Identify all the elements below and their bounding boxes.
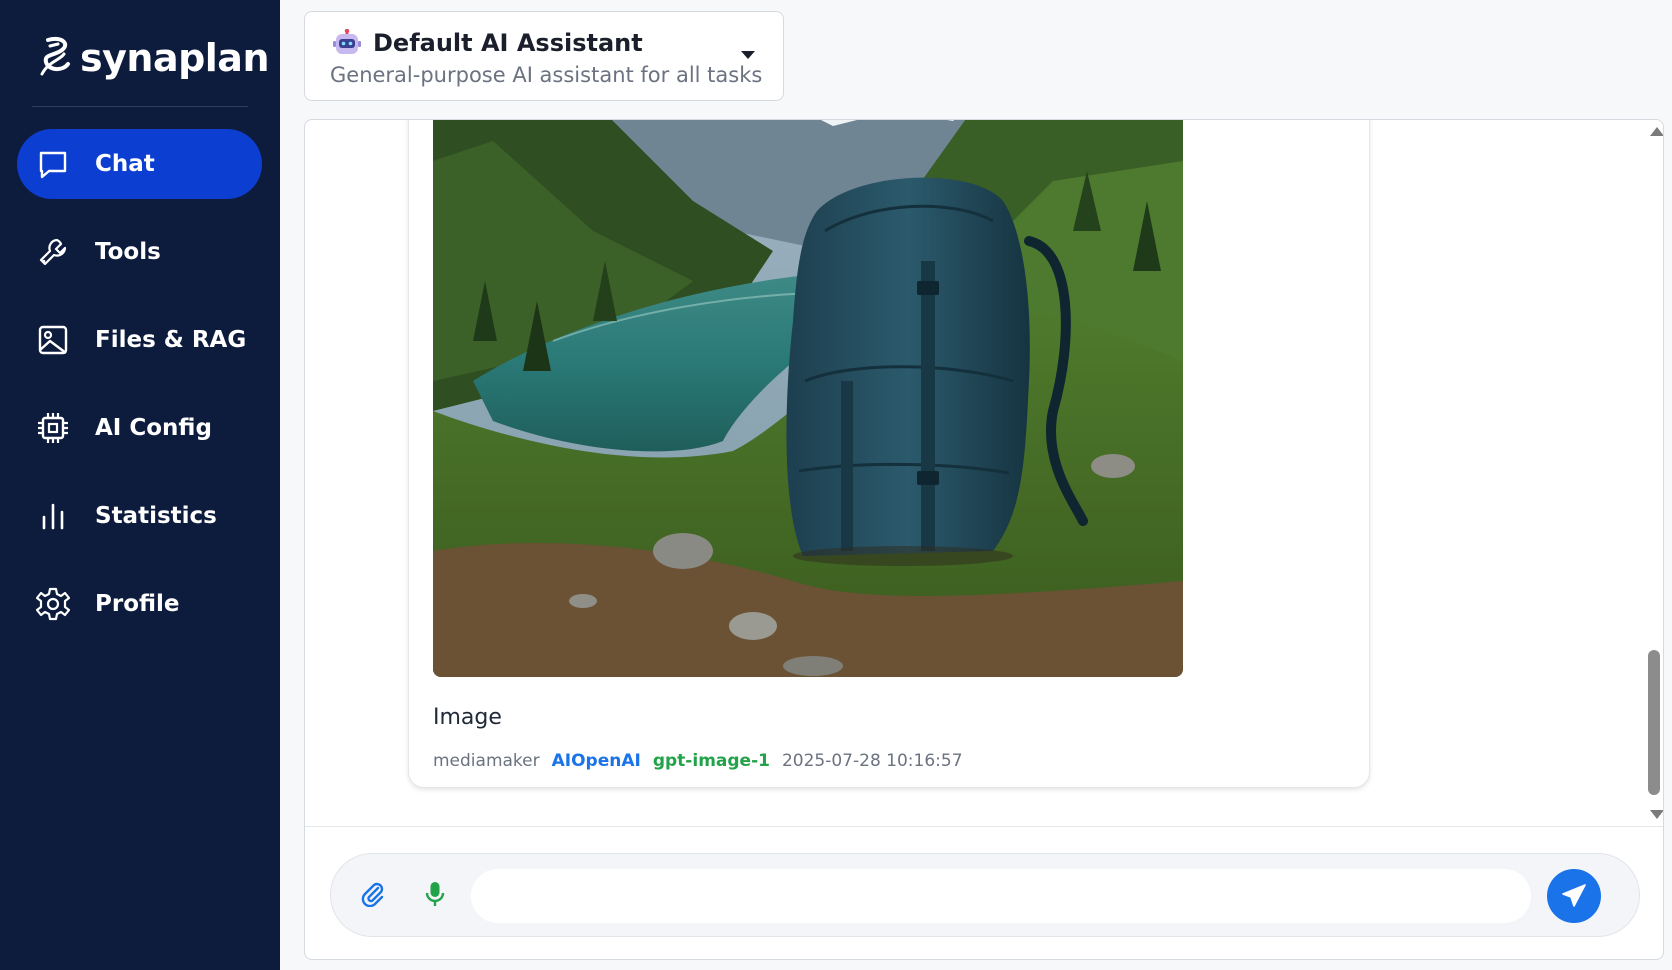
bar-chart-icon [35, 498, 71, 534]
meta-provider: AIOpenAI [551, 751, 641, 771]
sidebar-item-label: AI Config [95, 415, 212, 441]
sidebar-item-label: Statistics [95, 503, 217, 529]
sidebar-item-profile[interactable]: Profile [17, 569, 262, 639]
gear-icon [35, 586, 71, 622]
meta-user: mediamaker [433, 751, 540, 771]
robot-icon [333, 28, 361, 57]
brand-logo[interactable]: synaplan [38, 34, 270, 82]
composer-divider [305, 826, 1663, 827]
chat-bubble-icon [35, 146, 71, 182]
assistant-title: Default AI Assistant [373, 29, 643, 57]
image-file-icon [35, 322, 71, 358]
assistant-message: Image mediamaker AIOpenAI gpt-image-1 20… [408, 120, 1370, 788]
synaplan-logo-icon [38, 34, 74, 82]
message-composer [330, 853, 1640, 937]
send-button[interactable] [1547, 869, 1601, 923]
message-text: Image [433, 705, 502, 730]
sidebar-item-ai-config[interactable]: AI Config [17, 393, 262, 463]
sidebar-item-statistics[interactable]: Statistics [17, 481, 262, 551]
scroll-down-arrow[interactable] [1650, 810, 1663, 819]
sidebar-item-files-rag[interactable]: Files & RAG [17, 305, 262, 375]
sidebar: synaplan Chat Tools Files & RAG AI Confi… [0, 0, 280, 970]
brand-name: synaplan [80, 36, 270, 80]
sidebar-item-chat[interactable]: Chat [17, 129, 262, 199]
scroll-up-arrow[interactable] [1650, 127, 1663, 136]
chevron-down-icon [741, 51, 755, 59]
message-input[interactable] [471, 869, 1531, 923]
scrollbar-thumb[interactable] [1648, 650, 1660, 795]
assistant-subtitle: General-purpose AI assistant for all tas… [330, 63, 763, 87]
send-arrow-icon [1562, 884, 1586, 907]
sidebar-item-label: Profile [95, 591, 180, 617]
chat-panel: Image mediamaker AIOpenAI gpt-image-1 20… [304, 119, 1664, 960]
chip-icon [35, 410, 71, 446]
sidebar-item-label: Chat [95, 151, 155, 177]
paperclip-icon[interactable] [355, 876, 391, 912]
generated-image[interactable] [433, 120, 1183, 677]
meta-timestamp: 2025-07-28 10:16:57 [781, 751, 963, 771]
sidebar-item-tools[interactable]: Tools [17, 217, 262, 287]
meta-model: gpt-image-1 [652, 751, 770, 771]
microphone-icon[interactable] [417, 876, 453, 912]
message-list[interactable]: Image mediamaker AIOpenAI gpt-image-1 20… [305, 120, 1663, 826]
assistant-selector[interactable]: Default AI Assistant General-purpose AI … [304, 11, 784, 101]
sidebar-divider [32, 106, 248, 107]
message-meta: mediamaker AIOpenAI gpt-image-1 2025-07-… [433, 751, 963, 771]
sidebar-item-label: Files & RAG [95, 327, 247, 353]
wrench-icon [35, 234, 71, 270]
sidebar-item-label: Tools [95, 239, 161, 265]
